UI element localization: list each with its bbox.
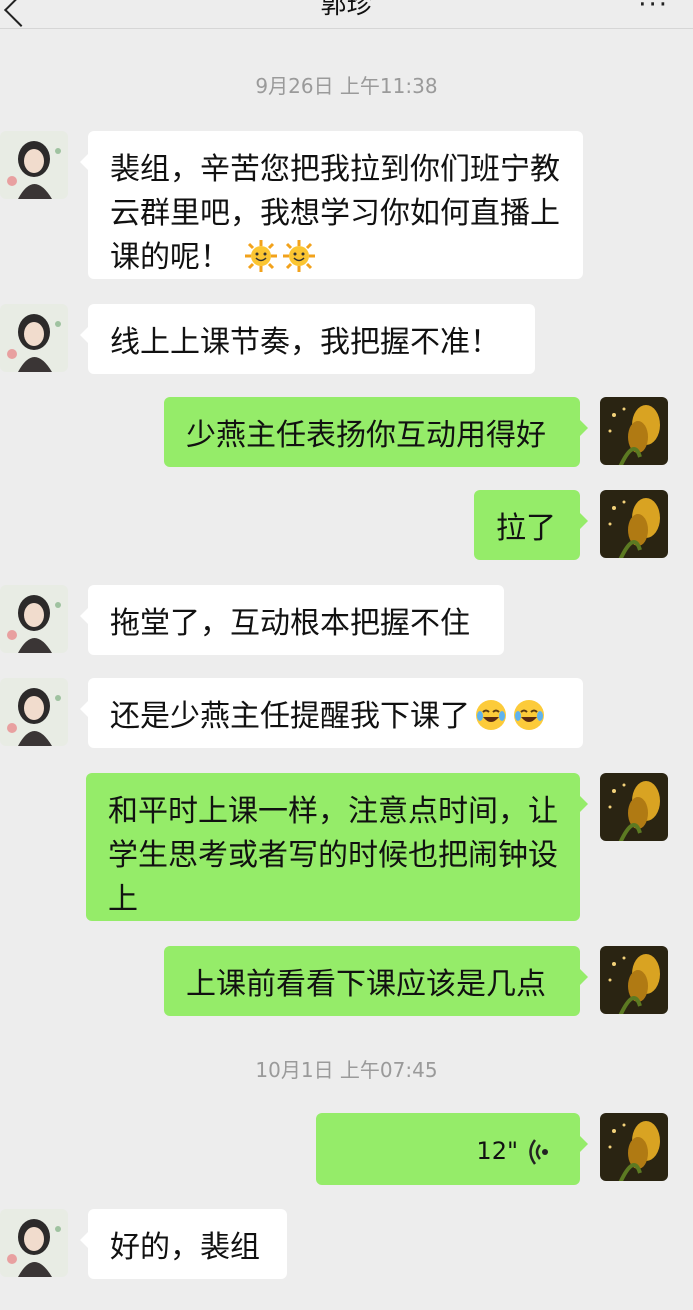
message-text-line: 上 [108, 882, 138, 917]
message-bubble-incoming[interactable]: 裴组，辛苦您把我拉到你们班宁教 云群里吧，我想学习你如何直播上 课的呢！ [80, 131, 583, 279]
sun-emoji [282, 239, 316, 286]
my-avatar[interactable] [600, 773, 668, 841]
message-bubble-incoming[interactable]: 线上上课节奏，我把握不准！ [80, 304, 535, 374]
message-text-line: 课的呢！ [110, 236, 561, 286]
message-bubble-incoming[interactable]: 好的，裴组 [80, 1209, 287, 1279]
laughing-crying-emoji [512, 698, 546, 745]
message-text: 少燕主任表扬你互动用得好 [186, 418, 546, 453]
my-avatar[interactable] [600, 1113, 668, 1181]
message-text-line: 还是少燕主任提醒我下课了 [110, 695, 561, 745]
message-bubble-incoming[interactable]: 还是少燕主任提醒我下课了 [80, 678, 583, 748]
my-avatar[interactable] [600, 397, 668, 465]
laughing-crying-emoji [474, 698, 508, 745]
message-bubble-outgoing[interactable]: 和平时上课一样，注意点时间，让 学生思考或者写的时候也把闹钟设 上 [86, 773, 588, 921]
message-bubble-outgoing[interactable]: 拉了 [474, 490, 588, 560]
voice-message-bubble[interactable]: 12" [316, 1113, 588, 1185]
contact-avatar[interactable] [0, 1209, 68, 1277]
sun-emoji [244, 239, 278, 286]
chat-title: 郭珍 [320, 0, 373, 20]
message-text: 线上上课节奏，我把握不准！ [110, 325, 500, 360]
message-text: 好的，裴组 [110, 1230, 260, 1265]
voice-duration: 12" [476, 1137, 518, 1165]
timestamp: 10月1日 上午07:45 [255, 1058, 438, 1082]
message-text-line: 学生思考或者写的时候也把闹钟设 [108, 838, 558, 873]
message-text-line: 裴组，辛苦您把我拉到你们班宁教 [110, 152, 560, 187]
message-bubble-incoming[interactable]: 拖堂了，互动根本把握不住 [80, 585, 504, 655]
more-options-icon[interactable]: ··· [638, 0, 669, 20]
contact-avatar[interactable] [0, 131, 68, 199]
chat-header: 郭珍 ··· [0, 0, 693, 29]
message-text-line: 云群里吧，我想学习你如何直播上 [110, 196, 560, 231]
timestamp: 9月26日 上午11:38 [255, 74, 438, 98]
contact-avatar[interactable] [0, 585, 68, 653]
message-text: 拉了 [496, 511, 556, 546]
my-avatar[interactable] [600, 946, 668, 1014]
message-bubble-outgoing[interactable]: 上课前看看下课应该是几点 [164, 946, 588, 1016]
message-text: 上课前看看下课应该是几点 [186, 967, 546, 1002]
contact-avatar[interactable] [0, 304, 68, 372]
voice-waves-icon [528, 1135, 550, 1179]
message-text-line: 和平时上课一样，注意点时间，让 [108, 794, 558, 829]
contact-avatar[interactable] [0, 678, 68, 746]
message-bubble-outgoing[interactable]: 少燕主任表扬你互动用得好 [164, 397, 588, 467]
my-avatar[interactable] [600, 490, 668, 558]
message-text: 拖堂了，互动根本把握不住 [110, 606, 470, 641]
